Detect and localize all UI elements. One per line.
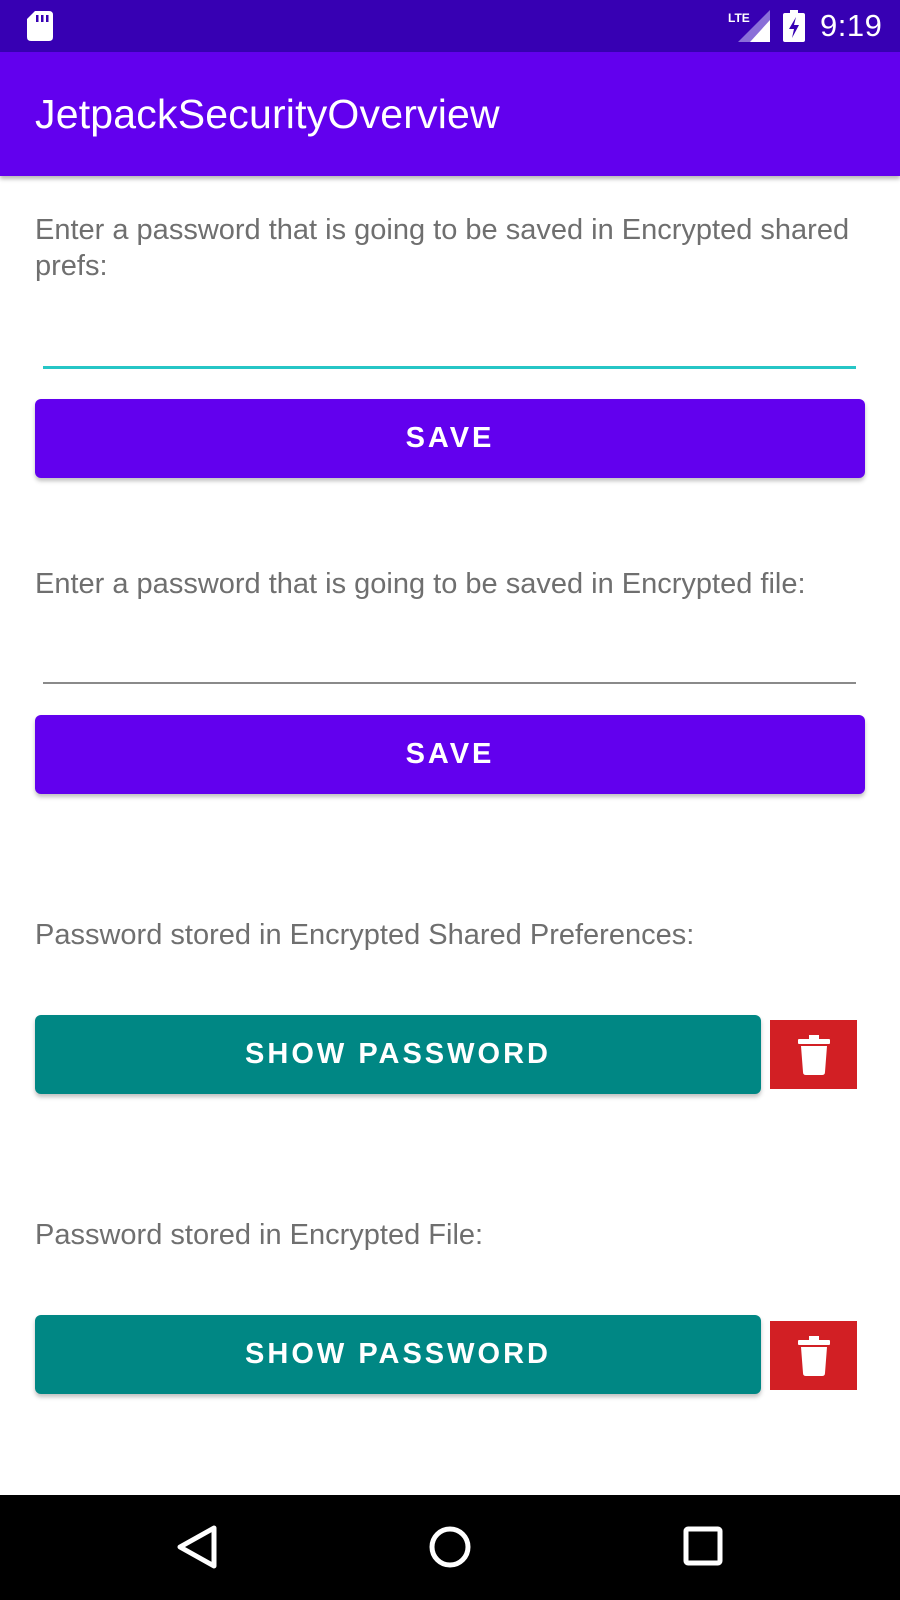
sd-card-icon [27,11,53,41]
file-input-underline [43,682,856,684]
trash-icon [797,1335,830,1376]
network-type: LTE [728,11,750,25]
save-shared-prefs-button[interactable]: SAVE [35,399,865,478]
status-bar: LTE 9:19 [0,0,900,52]
show-shared-prefs-password-button[interactable]: SHOW PASSWORD [35,1015,761,1094]
trash-icon [797,1034,830,1075]
shared-prefs-input-label: Enter a password that is going to be sav… [35,214,850,282]
save-file-button-label: SAVE [405,738,495,770]
save-shared-prefs-button-label: SAVE [405,422,495,454]
lte-signal-icon: LTE [728,10,770,42]
file-input-label: Enter a password that is going to be sav… [35,568,806,600]
show-shared-prefs-password-button-label: SHOW PASSWORD [245,1038,551,1070]
navigation-bar [0,1495,900,1600]
shared-prefs-password-input[interactable] [43,310,856,358]
app-title: JetpackSecurityOverview [35,91,500,137]
clock: 9:19 [820,8,883,43]
stored-shared-prefs-label: Password stored in Encrypted Shared Pref… [35,919,695,951]
recents-icon[interactable] [683,1526,723,1566]
show-file-password-button-label: SHOW PASSWORD [245,1338,551,1370]
delete-shared-prefs-password-button[interactable] [770,1020,857,1089]
shared-prefs-input-underline [43,366,856,369]
app-bar: JetpackSecurityOverview [0,52,900,176]
save-file-button[interactable]: SAVE [35,715,865,794]
show-file-password-button[interactable]: SHOW PASSWORD [35,1315,761,1394]
battery-charging-icon [783,10,805,42]
home-icon[interactable] [428,1525,472,1569]
back-icon[interactable] [176,1525,218,1569]
delete-file-password-button[interactable] [770,1321,857,1390]
file-password-input[interactable] [43,625,856,673]
stored-file-label: Password stored in Encrypted File: [35,1219,484,1251]
